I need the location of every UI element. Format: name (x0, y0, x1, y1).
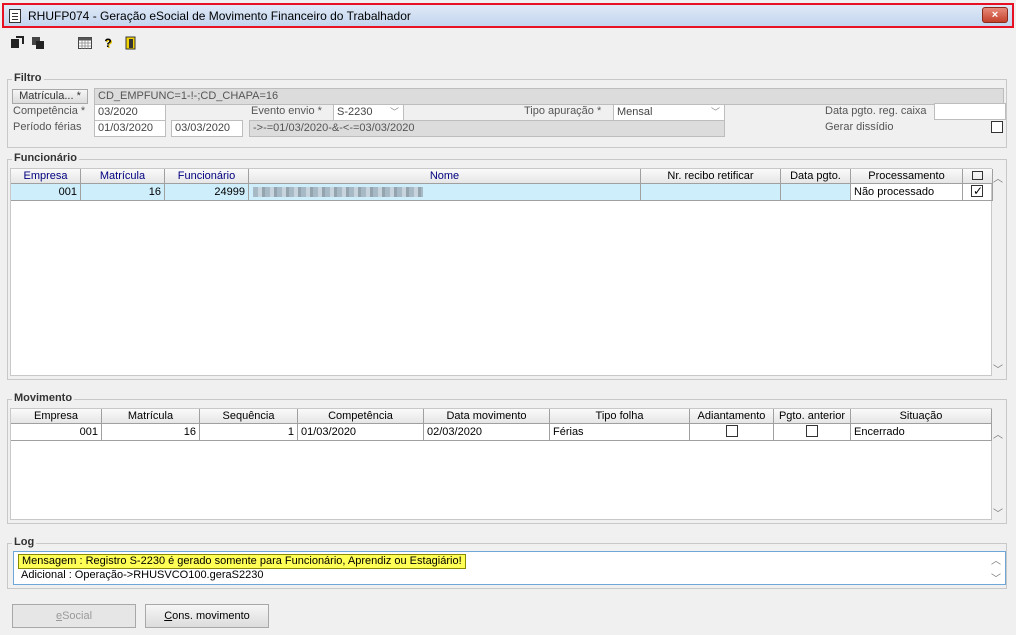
esocial-button[interactable]: eSocial (12, 604, 136, 628)
esocial-button-label: Social (62, 610, 93, 622)
col-mov-pgto-anterior[interactable]: Pgto. anterior (774, 409, 851, 424)
movimento-grid: Empresa Matrícula Sequência Competência … (10, 408, 992, 520)
func-cell-matricula[interactable]: 16 (81, 184, 165, 201)
col-mov-tipo-folha[interactable]: Tipo folha (550, 409, 690, 424)
pgto-anterior-checkbox[interactable] (806, 425, 818, 437)
chevron-down-icon: ﹀ (710, 107, 720, 117)
tipo-apuracao-label: Tipo apuração * (524, 105, 602, 117)
col-processamento[interactable]: Processamento (851, 169, 963, 184)
log-additional: Adicional : Operação->RHUSVCO100.geraS22… (21, 569, 264, 581)
func-scroll-up-icon[interactable]: ︿ (991, 170, 1005, 185)
matricula-button-label: Matrícula... (19, 90, 74, 102)
gerar-dissidio-checkbox[interactable] (991, 121, 1003, 133)
func-cell-empresa[interactable]: 001 (11, 184, 81, 201)
col-mov-situacao[interactable]: Situação (851, 409, 992, 424)
export-icon[interactable] (10, 36, 24, 50)
tipo-apuracao-select[interactable]: Mensal ﹀ (613, 104, 725, 121)
cons-movimento-label: ons. movimento (172, 610, 250, 622)
mov-cell-tipo-folha[interactable]: Férias (550, 424, 690, 441)
periodo-fim-field[interactable]: 03/03/2020 (171, 120, 243, 137)
log-message: Mensagem : Registro S-2230 é gerado some… (18, 554, 466, 569)
periodo-inicio-field[interactable]: 01/03/2020 (94, 120, 166, 137)
competencia-label: Competência * (13, 105, 86, 117)
evento-envio-label: Evento envio * (251, 105, 322, 117)
func-row-checkbox[interactable] (971, 184, 983, 199)
help-icon[interactable]: ? (101, 36, 115, 50)
exit-icon[interactable] (124, 36, 138, 50)
mov-scroll-up-icon[interactable]: ︿ (991, 426, 1005, 441)
col-mov-empresa[interactable]: Empresa (11, 409, 102, 424)
tipo-apuracao-value: Mensal (617, 106, 653, 118)
col-data-pgto[interactable]: Data pgto. (781, 169, 851, 184)
mov-scroll-down-icon[interactable]: ﹀ (991, 505, 1005, 520)
data-pgto-caixa-label: Data pgto. reg. caixa (825, 105, 927, 117)
funcionario-grid: Empresa Matrícula Funcionário Nome Nr. r… (10, 168, 993, 376)
mov-cell-situacao[interactable]: Encerrado (851, 424, 992, 441)
evento-envio-select[interactable]: S-2230 ﹀ (333, 104, 404, 121)
cons-movimento-button[interactable]: Cons. movimento (145, 604, 269, 628)
mov-cell-matricula[interactable]: 16 (102, 424, 200, 441)
title-bar: RHUFP074 - Geração eSocial de Movimento … (2, 3, 1014, 28)
mov-cell-data-movimento[interactable]: 02/03/2020 (424, 424, 550, 441)
col-mov-competencia[interactable]: Competência (298, 409, 424, 424)
required-mark: * (76, 90, 81, 102)
gerar-dissidio-label: Gerar dissídio (825, 121, 894, 133)
col-mov-data-movimento[interactable]: Data movimento (424, 409, 550, 424)
col-funcionario[interactable]: Funcionário (165, 169, 249, 184)
matricula-filter-field[interactable]: CD_EMPFUNC=1-!-;CD_CHAPA=16 (94, 88, 1004, 105)
window-title: RHUFP074 - Geração eSocial de Movimento … (28, 9, 411, 23)
chevron-down-icon: ﹀ (389, 107, 399, 117)
copy-icon[interactable] (31, 36, 45, 50)
data-pgto-caixa-field[interactable] (934, 103, 1006, 120)
redacted-name (253, 187, 423, 197)
col-mov-matricula[interactable]: Matrícula (102, 409, 200, 424)
func-cell-data-pgto[interactable] (781, 184, 851, 201)
filtro-label: Filtro (12, 72, 44, 84)
mov-cell-pgto-anterior (774, 424, 851, 441)
log-textarea[interactable]: Mensagem : Registro S-2230 é gerado some… (13, 551, 1006, 585)
mov-cell-adiantamento (690, 424, 774, 441)
col-select-all[interactable] (963, 169, 993, 184)
func-cell-recibo[interactable] (641, 184, 781, 201)
col-empresa[interactable]: Empresa (11, 169, 81, 184)
matricula-button[interactable]: Matrícula... * (12, 89, 88, 104)
func-cell-check (963, 184, 993, 201)
calendar-icon[interactable] (78, 36, 92, 50)
close-button[interactable]: × (982, 7, 1008, 23)
select-all-icon (972, 171, 983, 180)
func-scroll-down-icon[interactable]: ﹀ (991, 361, 1005, 376)
col-matricula[interactable]: Matrícula (81, 169, 165, 184)
func-cell-nome[interactable] (249, 184, 641, 201)
periodo-expression-field: ->-=01/03/2020-&-<-=03/03/2020 (249, 120, 725, 137)
document-icon (9, 9, 21, 23)
log-scroll-up-icon[interactable]: ︿ (989, 552, 1003, 567)
mov-cell-empresa[interactable]: 001 (11, 424, 102, 441)
periodo-ferias-label: Período férias (13, 121, 82, 133)
movimento-label: Movimento (12, 392, 75, 404)
log-label: Log (12, 536, 37, 548)
log-scroll-down-icon[interactable]: ﹀ (989, 570, 1003, 585)
col-mov-sequencia[interactable]: Sequência (200, 409, 298, 424)
funcionario-label: Funcionário (12, 152, 79, 164)
col-mov-adiantamento[interactable]: Adiantamento (690, 409, 774, 424)
func-cell-processamento[interactable]: Não processado (851, 184, 963, 201)
mov-cell-competencia[interactable]: 01/03/2020 (298, 424, 424, 441)
col-nome[interactable]: Nome (249, 169, 641, 184)
competencia-field[interactable]: 03/2020 (94, 104, 166, 121)
mov-cell-sequencia[interactable]: 1 (200, 424, 298, 441)
func-cell-funcionario[interactable]: 24999 (165, 184, 249, 201)
cons-movimento-accel: C (164, 610, 173, 622)
evento-envio-value: S-2230 (337, 106, 373, 118)
col-nr-recibo[interactable]: Nr. recibo retificar (641, 169, 781, 184)
adiantamento-checkbox[interactable] (726, 425, 738, 437)
